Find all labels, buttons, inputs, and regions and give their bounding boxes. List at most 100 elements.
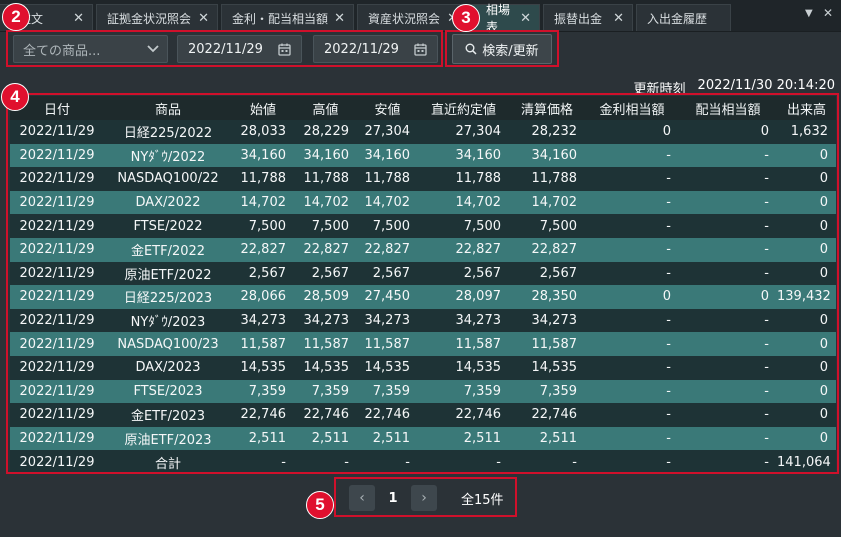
close-icon[interactable]: ✕: [520, 11, 531, 26]
cell-interest: -: [585, 379, 679, 404]
cell-high: 11,587: [294, 332, 357, 356]
table-header-row: 日付 商品 始値 高値 安値 直近約定値 清算価格 金利相当額 配当相当額 出来…: [10, 96, 836, 120]
cell-volume: 0: [777, 403, 836, 427]
cell-product: NYﾀﾞｳ/2023: [104, 308, 232, 333]
tab-margin-status[interactable]: 証拠金状況照会 ✕: [96, 4, 218, 31]
table-row[interactable]: 2022/11/29 金ETF/2022 22,827 22,827 22,827 22,…: [10, 237, 836, 262]
cell-date: 2022/11/29: [10, 261, 104, 286]
table-row[interactable]: 2022/11/29 金ETF/2023 22,746 22,746 22,746 22,…: [10, 403, 836, 427]
cell-high: 11,788: [294, 167, 357, 191]
close-icon[interactable]: ✕: [198, 11, 209, 26]
cell-settlement: 11,788: [509, 167, 585, 191]
cell-high: 28,229: [294, 120, 357, 144]
cell-interest: -: [585, 143, 679, 168]
cell-volume: 0: [777, 167, 836, 191]
cell-dividend: -: [679, 214, 777, 238]
table-row[interactable]: 2022/11/29 DAX/2022 14,702 14,702 14,702 14,7…: [10, 190, 836, 215]
column-header-volume[interactable]: 出来高: [777, 96, 836, 120]
calendar-icon[interactable]: [414, 43, 427, 56]
update-time-value: 2022/11/30 20:14:20: [697, 78, 835, 93]
close-icon[interactable]: ✕: [613, 11, 624, 26]
cell-last-price: 27,304: [418, 120, 509, 144]
table-row[interactable]: 2022/11/29 原油ETF/2022 2,567 2,567 2,567 2,567…: [10, 261, 836, 286]
cell-high: 34,160: [294, 143, 357, 168]
cell-last-price: 34,160: [418, 143, 509, 168]
search-icon: [465, 43, 477, 55]
cell-product: DAX/2023: [104, 355, 232, 380]
cell-dividend: -: [679, 261, 777, 286]
tab-asset-status[interactable]: 資産状況照会 ✕: [357, 4, 467, 31]
cell-dividend: -: [679, 332, 777, 356]
cell-settlement: -: [509, 450, 585, 473]
table-row[interactable]: 2022/11/29 FTSE/2023 7,359 7,359 7,359 7,359 7…: [10, 379, 836, 404]
column-header-interest[interactable]: 金利相当額: [585, 96, 679, 120]
market-table: 日付 商品 始値 高値 安値 直近約定値 清算価格 金利相当額 配当相当額 出来…: [10, 96, 836, 473]
cell-date: 2022/11/29: [10, 403, 104, 427]
close-icon[interactable]: ✕: [73, 11, 84, 26]
table-row[interactable]: 2022/11/29 NYﾀﾞｳ/2022 34,160 34,160 34,160 34…: [10, 143, 836, 168]
cell-low: 27,304: [357, 120, 418, 144]
date-to-field[interactable]: 2022/11/29: [313, 35, 438, 63]
column-header-product[interactable]: 商品: [104, 96, 232, 120]
cell-open: 34,273: [232, 308, 294, 333]
cell-date: 2022/11/29: [10, 167, 104, 191]
cell-date: 2022/11/29: [10, 450, 104, 473]
table-row[interactable]: 2022/11/29 DAX/2023 14,535 14,535 14,535 14,5…: [10, 355, 836, 380]
cell-dividend: -: [679, 308, 777, 333]
cell-date: 2022/11/29: [10, 308, 104, 333]
table-row[interactable]: 2022/11/29 原油ETF/2023 2,511 2,511 2,511 2,511…: [10, 426, 836, 451]
cell-low: 2,511: [357, 426, 418, 451]
cell-open: 11,788: [232, 167, 294, 191]
table-row[interactable]: 2022/11/29 NASDAQ100/22 11,788 11,788 11,788…: [10, 167, 836, 191]
cell-product: 日経225/2023: [104, 285, 232, 309]
column-header-open[interactable]: 始値: [232, 96, 294, 120]
column-header-low[interactable]: 安値: [357, 96, 418, 120]
cell-settlement: 28,232: [509, 120, 585, 144]
cell-high: 14,535: [294, 355, 357, 380]
annotation-badge-2: 2: [2, 3, 30, 31]
tab-interest-dividend[interactable]: 金利・配当相当額 ✕: [221, 4, 354, 31]
window-close-icon[interactable]: ✕: [823, 6, 833, 20]
cell-interest: -: [585, 450, 679, 473]
calendar-icon[interactable]: [278, 43, 291, 56]
cell-last-price: 14,535: [418, 355, 509, 380]
table-row[interactable]: 2022/11/29 FTSE/2022 7,500 7,500 7,500 7,500 7…: [10, 214, 836, 238]
date-to-value: 2022/11/29: [324, 41, 399, 57]
chevron-down-icon[interactable]: ▼: [805, 8, 813, 19]
date-from-field[interactable]: 2022/11/29: [177, 35, 302, 63]
cell-interest: -: [585, 190, 679, 215]
table-row[interactable]: 2022/11/29 日経225/2023 28,066 28,509 27,450 28…: [10, 285, 836, 309]
close-icon[interactable]: ✕: [334, 11, 345, 26]
cell-volume: 1,632: [777, 120, 836, 144]
column-header-last-price[interactable]: 直近約定値: [418, 96, 509, 120]
product-select-value: 全ての商品...: [23, 43, 101, 59]
tab-label: 相場表: [486, 3, 511, 34]
tab-transfer-withdraw[interactable]: 振替出金 ✕: [543, 4, 633, 31]
table-row[interactable]: 2022/11/29 NYﾀﾞｳ/2023 34,273 34,273 34,273 34…: [10, 308, 836, 333]
current-page-number[interactable]: 1: [375, 491, 411, 506]
cell-dividend: -: [679, 143, 777, 168]
cell-dividend: -: [679, 237, 777, 262]
cell-low: 27,450: [357, 285, 418, 309]
cell-date: 2022/11/29: [10, 120, 104, 144]
prev-page-button[interactable]: ‹: [349, 485, 375, 511]
product-select[interactable]: 全ての商品...: [13, 35, 168, 63]
column-header-settlement[interactable]: 清算価格: [509, 96, 585, 120]
cell-open: 2,511: [232, 426, 294, 451]
cell-open: 28,066: [232, 285, 294, 309]
search-update-button[interactable]: 検索/更新: [452, 34, 552, 64]
cell-high: 14,702: [294, 190, 357, 215]
cell-product: NASDAQ100/23: [104, 332, 232, 356]
next-page-button[interactable]: ›: [411, 485, 437, 511]
cell-low: 14,702: [357, 190, 418, 215]
column-header-high[interactable]: 高値: [294, 96, 357, 120]
column-header-dividend[interactable]: 配当相当額: [679, 96, 777, 120]
table-row[interactable]: 2022/11/29 NASDAQ100/23 11,587 11,587 11,587…: [10, 332, 836, 356]
cell-open: -: [232, 450, 294, 473]
tab-deposit-history[interactable]: 入出金履歴: [636, 4, 731, 31]
annotation-badge-5: 5: [306, 491, 334, 519]
cell-open: 7,359: [232, 379, 294, 404]
table-row[interactable]: 2022/11/29 合計 - - - - - - -141,064: [10, 450, 836, 473]
table-row[interactable]: 2022/11/29 日経225/2022 28,033 28,229 27,304 27…: [10, 120, 836, 144]
cell-open: 7,500: [232, 214, 294, 238]
